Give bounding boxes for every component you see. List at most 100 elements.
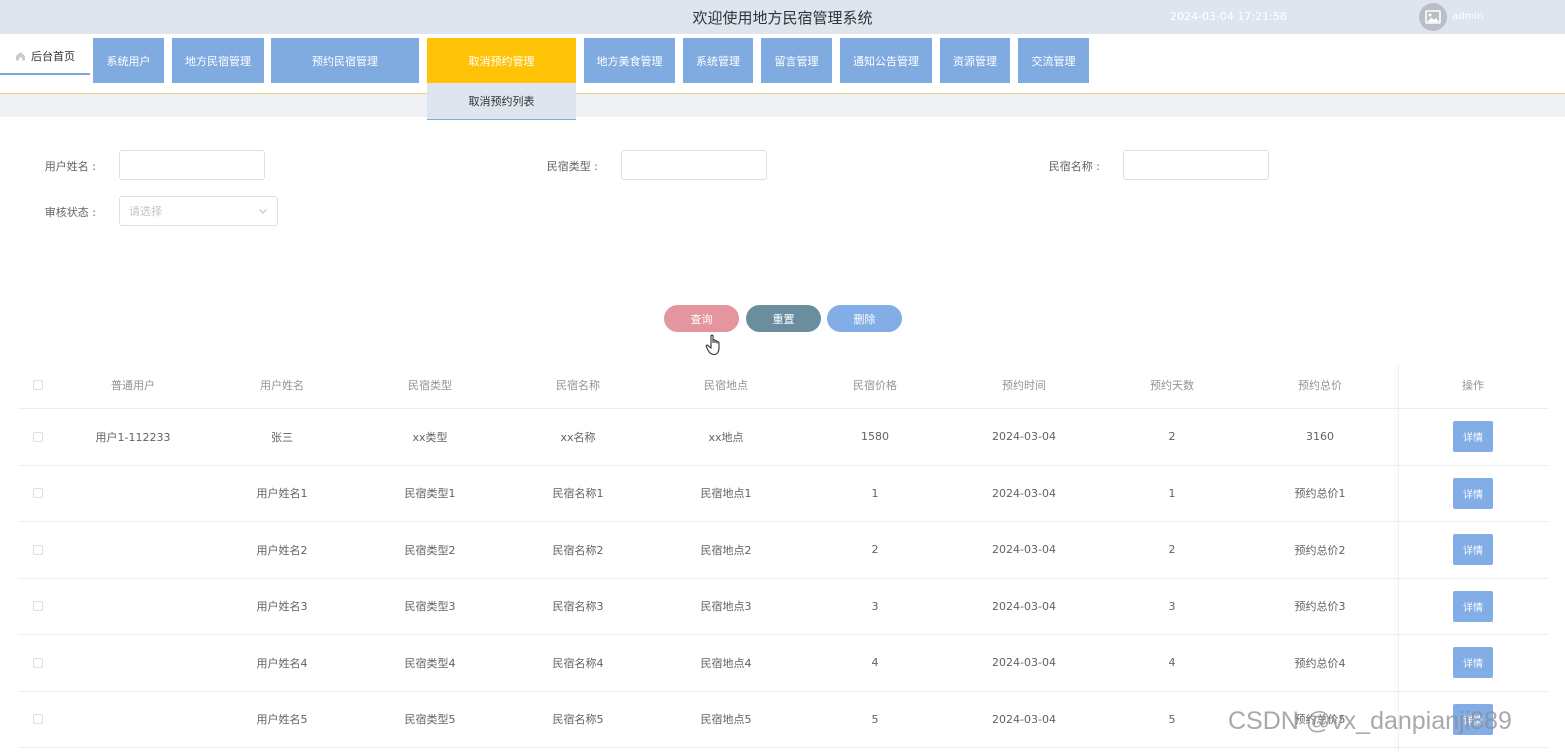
cell-homestay-location: 民宿地点1: [700, 487, 752, 501]
cell-homestay-location: xx地点: [708, 430, 744, 444]
row-checkbox[interactable]: [33, 714, 43, 725]
nav-item-system-management[interactable]: 系统管理: [683, 38, 753, 83]
row-checkbox[interactable]: [33, 601, 43, 612]
nav-item-booking-management[interactable]: 预约民宿管理: [271, 38, 419, 83]
app-title: 欢迎使用地方民宿管理系统: [692, 9, 873, 27]
cell-homestay-type: 民宿类型5: [404, 713, 456, 727]
row-checkbox[interactable]: [33, 657, 43, 668]
audit-status-placeholder: 请选择: [129, 205, 162, 218]
nav-item-local-food-management[interactable]: 地方美食管理: [584, 38, 675, 83]
table-row: 用户姓名3 民宿类型3 民宿名称3 民宿地点3 3 2024-03-04 3 预…: [18, 579, 1548, 635]
row-checkbox-cell[interactable]: [18, 635, 58, 691]
cell-actions: 详情: [1398, 579, 1548, 635]
cell-actions: 详情: [1398, 635, 1548, 691]
table-header-row: 普通用户 用户姓名 民宿类型 民宿名称 民宿地点 民宿价格 预约时间 预约天数 …: [18, 362, 1548, 409]
chevron-down-icon: [259, 209, 267, 214]
detail-button[interactable]: 详情: [1453, 647, 1493, 679]
detail-button[interactable]: 详情: [1453, 590, 1493, 622]
select-all-checkbox[interactable]: [33, 380, 43, 390]
cell-booking-time: 2024-03-04: [992, 712, 1056, 726]
homestay-name-input[interactable]: [1123, 150, 1269, 180]
row-checkbox-cell[interactable]: [18, 522, 58, 578]
cell-user-name: 用户姓名4: [256, 656, 308, 670]
homestay-type-input[interactable]: [621, 150, 767, 180]
cell-booking-total: 预约总价4: [1294, 656, 1346, 670]
cell-homestay-type: xx类型: [412, 430, 448, 444]
select-all-checkbox-cell[interactable]: [18, 362, 58, 408]
cell-user-name: 用户姓名2: [256, 543, 308, 557]
cell-homestay-type: 民宿类型1: [404, 487, 456, 501]
nav-item-message-management[interactable]: 留言管理: [761, 38, 832, 83]
cell-homestay-location: 民宿地点3: [700, 600, 752, 614]
cell-booking-days: 4: [1168, 656, 1176, 670]
datetime-display: 2024-03-04 17:21:58: [1170, 10, 1287, 23]
cell-homestay-price: 5: [871, 712, 879, 726]
header-user-name: 用户姓名: [260, 379, 304, 392]
header-homestay-price: 民宿价格: [853, 379, 897, 392]
cell-actions: 详情: [1398, 409, 1548, 465]
image-icon: [1425, 10, 1441, 24]
nav-item-notice-management[interactable]: 通知公告管理: [840, 38, 932, 83]
audit-status-select[interactable]: 请选择: [119, 196, 278, 226]
header-actions: 操作: [1462, 379, 1484, 392]
detail-button[interactable]: 详情: [1453, 421, 1493, 453]
table-row: 用户姓名2 民宿类型2 民宿名称2 民宿地点2 2 2024-03-04 2 预…: [18, 522, 1548, 579]
header-homestay-type: 民宿类型: [408, 379, 452, 392]
cell-booking-total: 预约总价3: [1294, 600, 1346, 614]
cell-regular-user: [58, 579, 208, 635]
cell-booking-days: 1: [1168, 486, 1176, 500]
row-checkbox[interactable]: [33, 544, 43, 555]
watermark: CSDN @vx_danpianji889: [1228, 707, 1512, 735]
cell-booking-total: 3160: [1306, 430, 1334, 444]
cell-booking-time: 2024-03-04: [992, 599, 1056, 613]
cell-regular-user: 用户1-112233: [95, 430, 171, 444]
query-button[interactable]: 查询: [664, 305, 739, 332]
cell-booking-days: 5: [1168, 712, 1176, 726]
cell-booking-total: 预约总价2: [1294, 543, 1346, 557]
row-checkbox-cell[interactable]: [18, 579, 58, 635]
homestay-name-label: 民宿名称 :: [1048, 160, 1100, 173]
nav-item-resource-management[interactable]: 资源管理: [940, 38, 1010, 83]
nav-item-system-users[interactable]: 系统用户: [93, 38, 164, 83]
user-name-label: 用户姓名 :: [44, 160, 96, 173]
breadcrumb-strip: [0, 94, 1565, 117]
nav-item-homestay-management[interactable]: 地方民宿管理: [172, 38, 264, 83]
row-checkbox[interactable]: [33, 431, 43, 442]
detail-button[interactable]: 详情: [1453, 477, 1493, 509]
cell-regular-user: [58, 466, 208, 522]
nav-item-exchange-management[interactable]: 交流管理: [1018, 38, 1089, 83]
cell-booking-time: 2024-03-04: [992, 430, 1056, 444]
cell-regular-user: [58, 635, 208, 691]
user-name-input[interactable]: [119, 150, 265, 180]
cell-booking-time: 2024-03-04: [992, 543, 1056, 557]
cell-homestay-price: 2: [871, 543, 879, 557]
fixed-column-divider: [1398, 366, 1399, 752]
nav-home-tab[interactable]: 后台首页: [0, 38, 90, 75]
cell-booking-days: 3: [1168, 599, 1176, 613]
row-checkbox-cell[interactable]: [18, 692, 58, 748]
cell-regular-user: [58, 522, 208, 578]
cell-homestay-location: 民宿地点5: [700, 713, 752, 727]
header-regular-user: 普通用户: [111, 379, 155, 392]
detail-button[interactable]: 详情: [1453, 534, 1493, 566]
cell-booking-time: 2024-03-04: [992, 656, 1056, 670]
cell-homestay-type: 民宿类型3: [404, 600, 456, 614]
cell-user-name: 用户姓名1: [256, 487, 308, 501]
cell-actions: 详情: [1398, 466, 1548, 522]
delete-button[interactable]: 删除: [827, 305, 902, 332]
cell-regular-user: [58, 692, 208, 748]
cell-homestay-name: xx名称: [560, 430, 596, 444]
row-checkbox-cell[interactable]: [18, 409, 58, 465]
username-label[interactable]: admin: [1452, 11, 1483, 22]
cell-homestay-name: 民宿名称5: [552, 713, 604, 727]
cell-homestay-location: 民宿地点4: [700, 656, 752, 670]
dropdown-cancel-booking-list[interactable]: 取消预约列表: [427, 83, 576, 120]
nav-item-cancel-booking-management[interactable]: 取消预约管理: [427, 38, 576, 83]
row-checkbox-cell[interactable]: [18, 466, 58, 522]
avatar[interactable]: [1419, 3, 1447, 31]
cell-homestay-name: 民宿名称1: [552, 487, 604, 501]
cell-homestay-price: 1: [871, 486, 879, 500]
reset-button[interactable]: 重置: [746, 305, 821, 332]
homestay-type-label: 民宿类型 :: [546, 160, 598, 173]
row-checkbox[interactable]: [33, 488, 43, 499]
